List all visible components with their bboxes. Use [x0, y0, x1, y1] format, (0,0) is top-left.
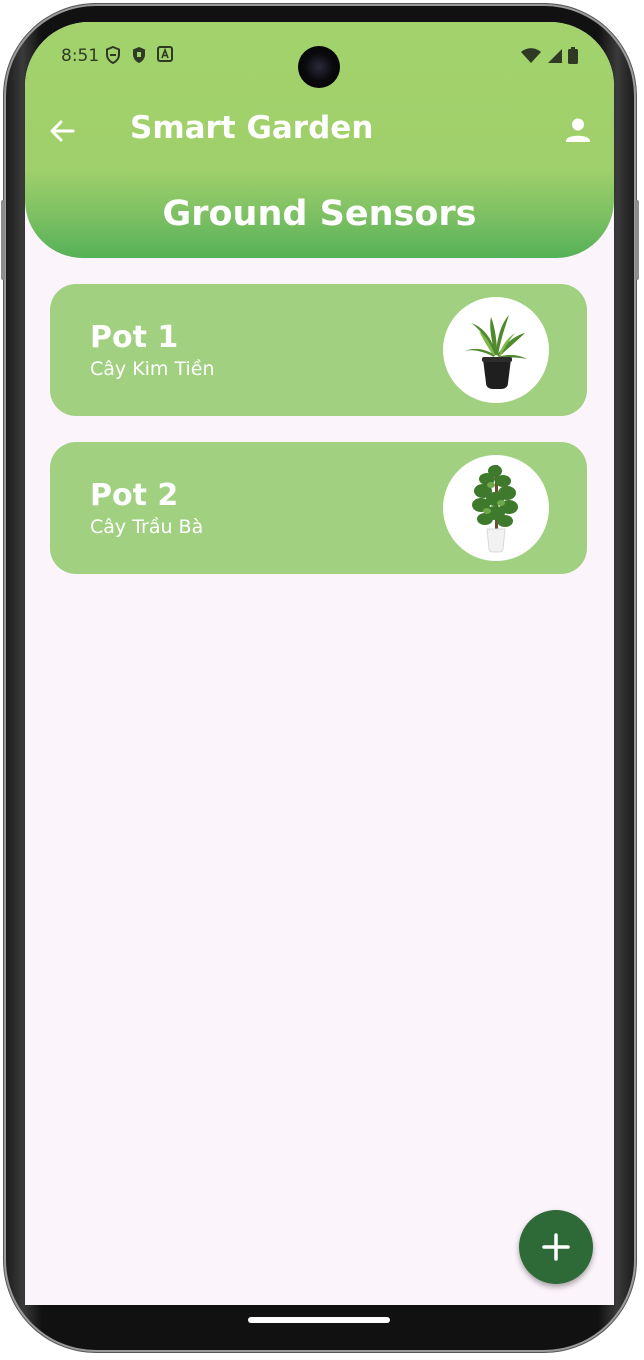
power-button	[635, 200, 639, 280]
plant-thumbnail	[443, 297, 549, 403]
section-title: Ground Sensors	[162, 194, 477, 234]
plant-name: Cây Kim Tiền	[90, 358, 215, 380]
font-a-icon	[157, 46, 173, 62]
wifi-icon	[521, 47, 541, 63]
plus-icon	[542, 1233, 570, 1261]
shield-outline-icon	[106, 46, 120, 64]
status-time: 8:51	[61, 46, 100, 66]
app-title: Smart Garden	[130, 110, 374, 146]
app-header: 8:51 Smart Garden Ground Sensors	[25, 22, 614, 258]
app-screen: 8:51 Smart Garden Ground Sensors Pot 1 C…	[25, 22, 614, 1305]
volume-button	[1, 200, 5, 280]
add-pot-button[interactable]	[519, 1210, 593, 1284]
pot-name: Pot 2	[90, 478, 179, 513]
plant-thumbnail	[443, 455, 549, 561]
status-notification-icons	[105, 46, 173, 64]
front-camera	[298, 46, 340, 88]
plant-name: Cây Trầu Bà	[90, 516, 204, 538]
status-system-icons	[521, 47, 578, 64]
arrow-left-icon[interactable]	[47, 116, 77, 146]
pot-card[interactable]: Pot 2 Cây Trầu Bà	[50, 442, 587, 574]
battery-icon	[568, 47, 578, 64]
person-icon[interactable]	[564, 116, 592, 144]
pot-card[interactable]: Pot 1 Cây Kim Tiền	[50, 284, 587, 416]
cellular-signal-icon	[548, 48, 562, 63]
pothos-plant-icon	[472, 465, 518, 553]
potted-plant-icon	[465, 315, 527, 389]
pot-name: Pot 1	[90, 320, 179, 355]
shield-filled-icon	[133, 47, 145, 63]
home-indicator[interactable]	[248, 1317, 390, 1323]
